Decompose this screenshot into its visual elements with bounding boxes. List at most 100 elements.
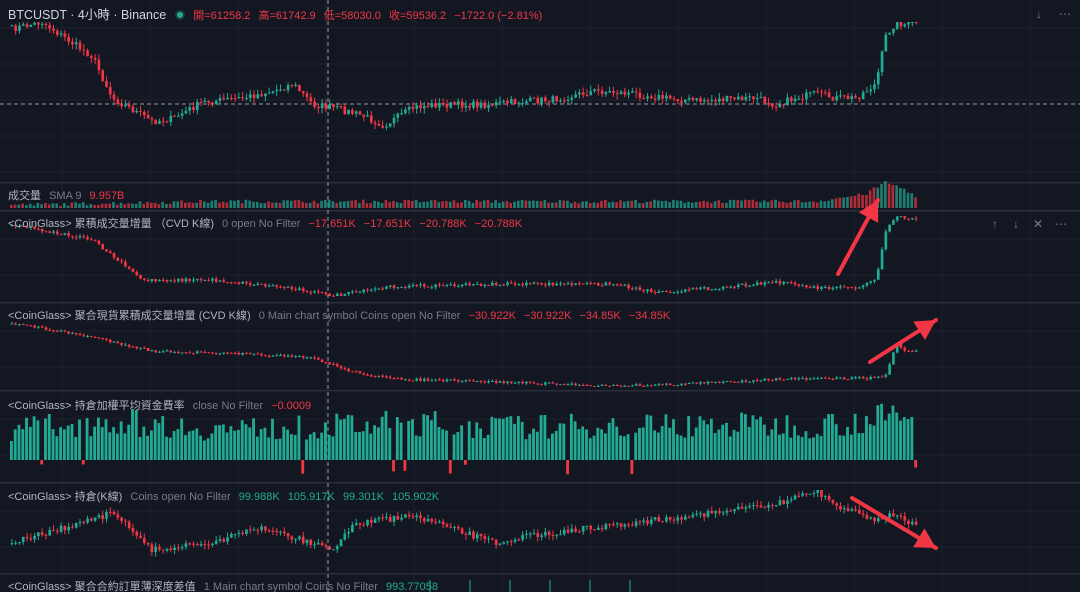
volume-bar <box>532 200 535 208</box>
price-candle <box>25 24 29 28</box>
price-candle <box>816 91 820 93</box>
volume-bar <box>638 203 641 208</box>
price-candle <box>282 89 286 91</box>
funding-bar <box>221 424 225 460</box>
cvd-candle <box>415 285 419 287</box>
funding-bar <box>585 429 588 460</box>
cvd-candle <box>718 288 721 290</box>
oi-name[interactable]: <CoinGlass> 持倉(K線) <box>8 491 122 503</box>
spot-cvd-candle <box>21 323 25 325</box>
funding-bar <box>728 436 732 460</box>
price-candle <box>907 22 910 25</box>
funding-bar <box>165 436 168 460</box>
price-candle <box>169 115 173 122</box>
cvd-candle <box>528 282 532 284</box>
spot-cvd-name[interactable]: <CoinGlass> 聚合現貨累積成交量增量 (CVD K線) <box>8 310 251 322</box>
price-candle <box>82 49 86 51</box>
move-down-icon[interactable]: ↓ <box>1008 216 1024 232</box>
oi-candle <box>680 517 683 520</box>
spot-cvd-candle <box>475 380 479 382</box>
volume-bar <box>149 202 153 208</box>
chart-workspace[interactable]: BTCUSDT · 4小時 · Binance 開=61258.2 高=6174… <box>0 0 1080 592</box>
cvd-candle <box>736 284 740 287</box>
oi-candle <box>33 535 36 540</box>
volume-bar <box>569 203 573 208</box>
volume-bar <box>168 203 172 208</box>
funding-bar <box>384 410 388 460</box>
spot-cvd-candle <box>82 335 86 337</box>
spot-cvd-candle <box>177 352 180 354</box>
price-candle <box>279 89 282 91</box>
arrow-down-icon[interactable]: ↓ <box>1031 6 1047 22</box>
volume-bar <box>25 205 28 208</box>
volume-bar <box>358 203 361 208</box>
funding-bar <box>123 433 127 460</box>
funding-bar <box>785 415 789 460</box>
spot-cvd-candle <box>846 379 850 381</box>
volume-bar <box>603 199 607 208</box>
funding-bar <box>486 434 490 460</box>
volume-bar <box>97 204 100 208</box>
oi-candle <box>570 528 574 533</box>
volume-bar <box>747 200 751 208</box>
price-candle <box>230 97 233 99</box>
cvd-name[interactable]: <CoinGlass> 累積成交量增量 （CVD K線) <box>8 218 214 230</box>
price-candle <box>388 123 392 127</box>
depth-name[interactable]: <CoinGlass> 聚合合約訂單薄深度差值 <box>8 581 196 592</box>
spot-cvd-candle <box>555 383 559 385</box>
price-candle <box>369 115 373 123</box>
cvd-candle <box>876 269 880 280</box>
volume-bar <box>641 203 645 208</box>
funding-bar <box>800 437 804 460</box>
price-candle <box>615 93 619 95</box>
price-candle <box>653 98 657 100</box>
funding-bar <box>301 460 305 474</box>
spot-cvd-value: −30.922K <box>468 310 516 322</box>
ohlc-high: 高=61742.9 <box>258 10 316 22</box>
symbol-title[interactable]: BTCUSDT · 4小時 · Binance <box>8 8 166 22</box>
funding-bar <box>793 425 796 460</box>
oi-candle <box>521 534 524 540</box>
oi-candle <box>789 499 793 501</box>
volume-bar <box>395 202 399 208</box>
move-up-icon[interactable]: ↑ <box>987 216 1003 232</box>
funding-bar <box>645 414 649 460</box>
oi-candle <box>479 534 483 537</box>
more-icon[interactable]: ⋯ <box>1053 216 1069 232</box>
funding-bar <box>293 434 297 460</box>
spot-cvd-candle <box>385 376 388 378</box>
funding-bar <box>271 418 274 460</box>
volume-name[interactable]: 成交量 <box>8 190 41 202</box>
oi-candle <box>895 515 899 517</box>
price-candle <box>873 84 876 90</box>
cvd-candle <box>884 231 888 250</box>
price-candle <box>744 96 748 101</box>
price-candle <box>203 100 207 103</box>
volume-bar <box>656 200 660 208</box>
close-icon[interactable]: ✕ <box>1030 216 1046 232</box>
price-candle <box>581 92 585 95</box>
oi-candle <box>434 521 437 523</box>
price-candle <box>358 111 362 115</box>
price-candle <box>559 100 562 102</box>
cvd-candle <box>714 289 717 291</box>
price-candle <box>161 120 165 122</box>
spot-cvd-candle <box>596 385 600 387</box>
price-candle <box>585 94 589 96</box>
oi-candle <box>559 534 562 536</box>
spot-cvd-candle <box>631 385 634 387</box>
volume-bar <box>619 200 622 208</box>
spot-cvd-candle <box>827 378 831 380</box>
funding-name[interactable]: <CoinGlass> 持倉加權平均資金費率 <box>8 400 185 412</box>
price-candle <box>593 89 596 92</box>
spot-cvd-candle <box>525 381 528 384</box>
oi-candle <box>150 544 154 553</box>
volume-bar <box>596 202 600 208</box>
funding-bar <box>354 432 358 460</box>
oi-candle <box>509 541 513 543</box>
price-candle <box>112 94 116 100</box>
oi-candle <box>873 517 876 522</box>
funding-bar <box>479 428 482 460</box>
spot-cvd-candle <box>808 378 812 380</box>
more-icon[interactable]: ⋯ <box>1057 6 1073 22</box>
